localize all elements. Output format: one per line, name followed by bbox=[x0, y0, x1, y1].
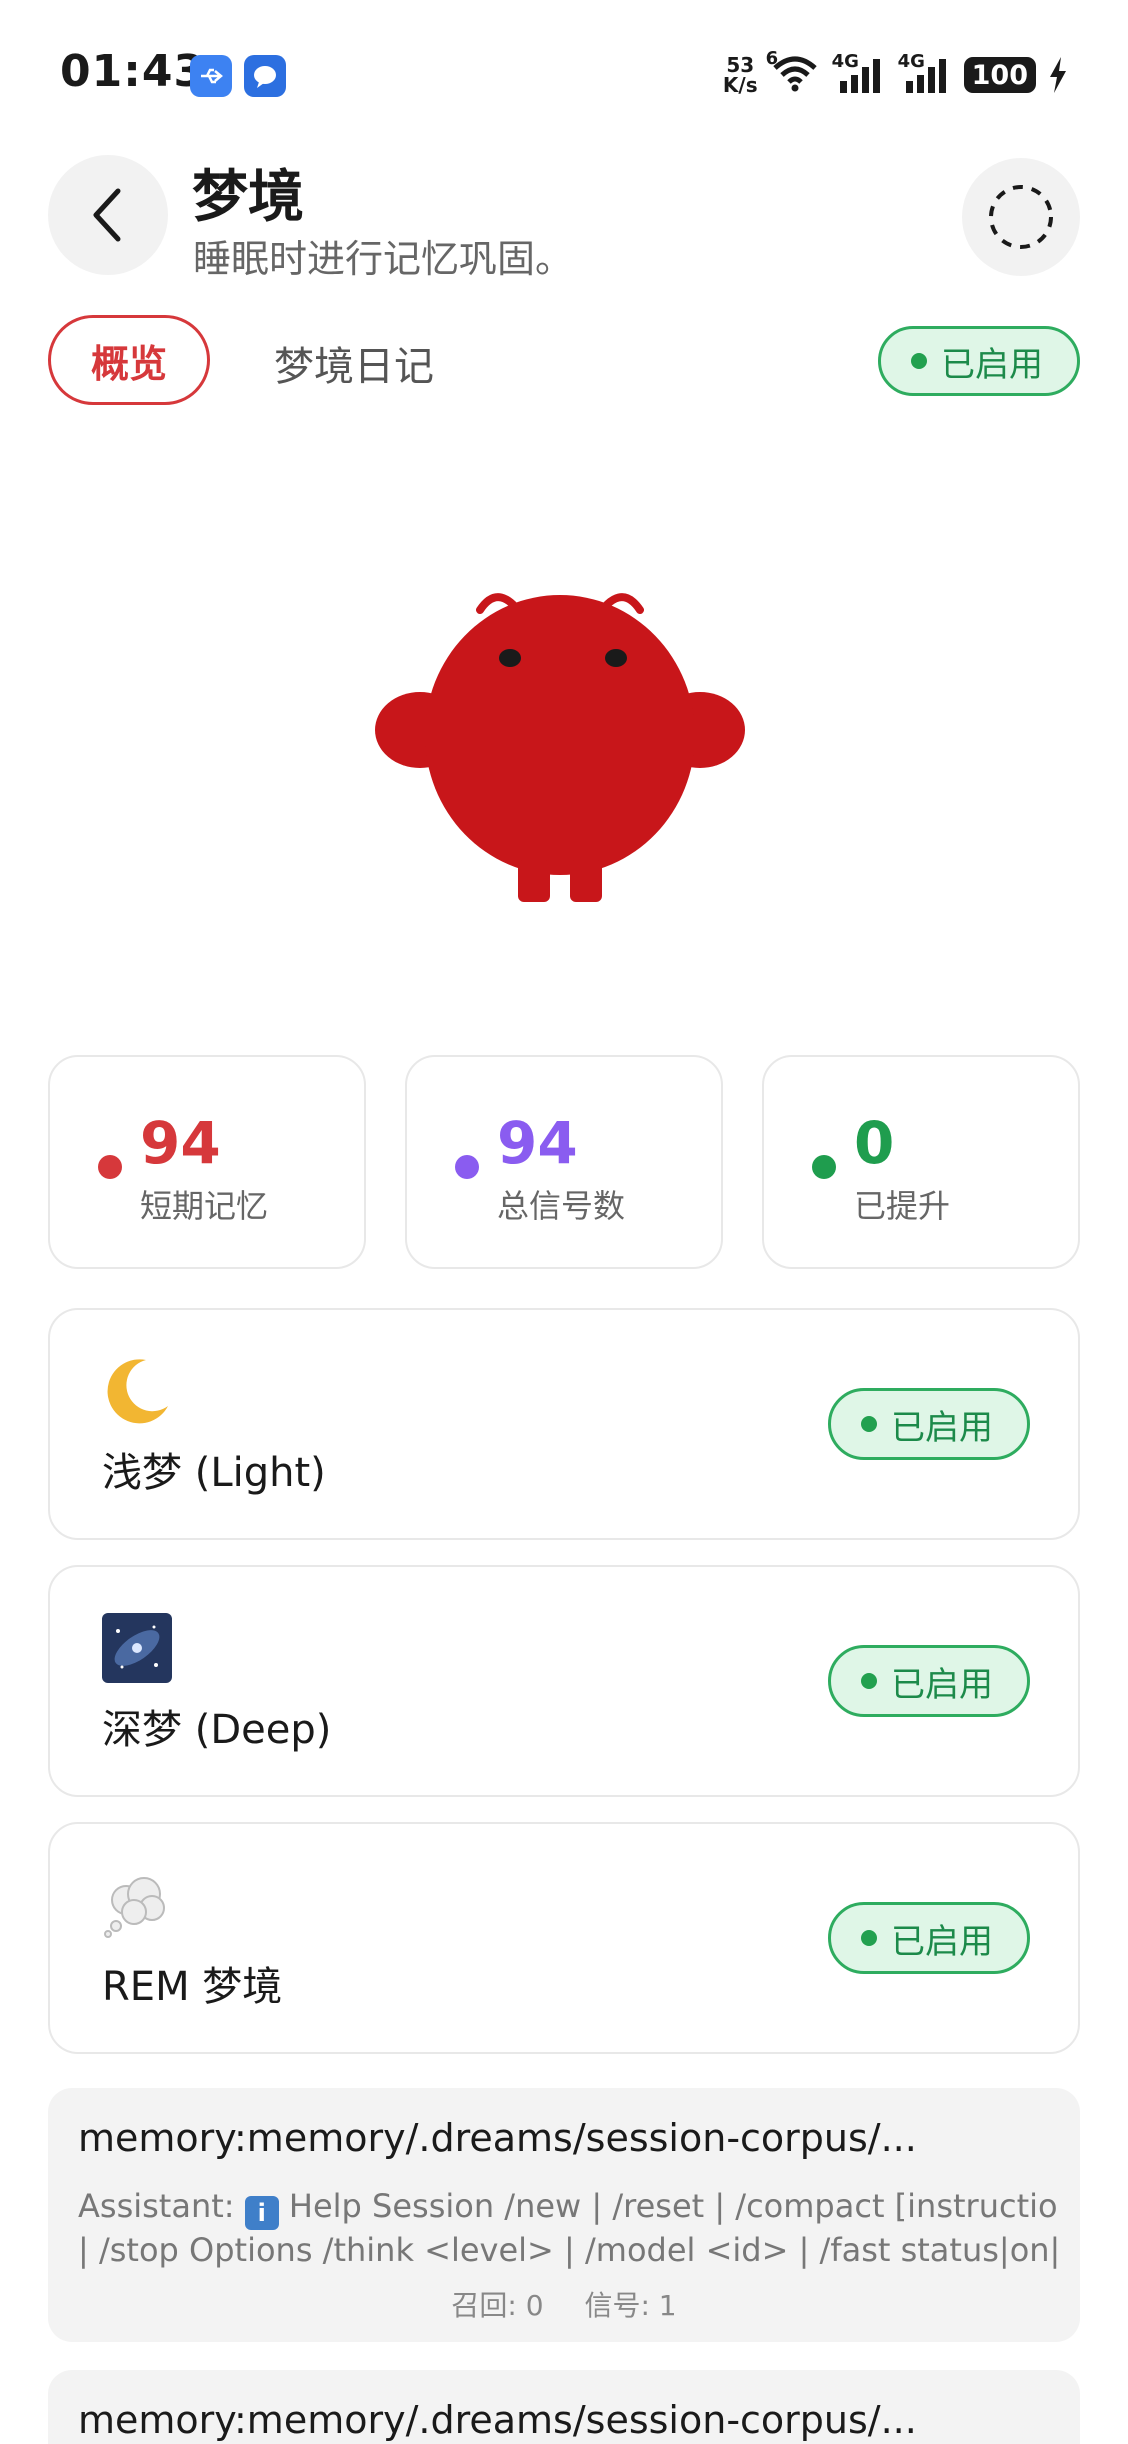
mode-status-label: 已启用 bbox=[891, 1664, 993, 1705]
info-icon: i bbox=[244, 2196, 279, 2230]
mode-card-deep[interactable]: 深梦 (Deep) 已启用 bbox=[48, 1565, 1080, 1797]
snippet-line1: Help Session /new | /reset | /compact [i… bbox=[288, 2187, 1058, 2225]
loading-spinner-icon bbox=[989, 185, 1053, 249]
mode-label: 深梦 (Deep) bbox=[102, 1707, 332, 1753]
memory-entry[interactable]: memory:memory/.dreams/session-corpus/...… bbox=[48, 2088, 1080, 2342]
stat-value: 94 bbox=[140, 1109, 221, 1177]
memory-entry-snippet: Assistant: i Help Session /new | /reset … bbox=[78, 2186, 1058, 2270]
memory-entry-title: memory:memory/.dreams/session-corpus/... bbox=[78, 2116, 917, 2160]
mode-label: REM 梦境 bbox=[102, 1964, 283, 2010]
network-speed: 53 K/s bbox=[723, 55, 758, 95]
network-speed-value: 53 bbox=[726, 53, 755, 77]
tab-dream-diary[interactable]: 梦境日记 bbox=[274, 334, 434, 392]
memory-entry[interactable]: memory:memory/.dreams/session-corpus/... bbox=[48, 2370, 1080, 2444]
stat-label: 短期记忆 bbox=[140, 1187, 269, 1225]
stat-label: 已提升 bbox=[854, 1187, 951, 1225]
status-time: 01:43 bbox=[60, 46, 206, 97]
usb-icon bbox=[190, 55, 232, 97]
galaxy-icon bbox=[102, 1613, 172, 1683]
status-indicators: 53 K/s 6 4G 4G 100 bbox=[723, 48, 1068, 100]
signal2-label: 4G bbox=[897, 51, 925, 72]
mode-card-rem[interactable]: REM 梦境 已启用 bbox=[48, 1822, 1080, 2054]
tab-overview[interactable]: 概览 bbox=[48, 315, 210, 405]
stat-dot-purple bbox=[455, 1155, 479, 1179]
status-dot bbox=[861, 1416, 877, 1432]
status-dot bbox=[861, 1673, 877, 1689]
snippet-line2: | /stop Options /think <level> | /model … bbox=[78, 2231, 1058, 2269]
cell-signal-1-icon: 4G bbox=[832, 51, 886, 93]
recall-count: 召回: 0 bbox=[451, 2289, 544, 2322]
mode-label: 浅梦 (Light) bbox=[102, 1450, 326, 1496]
stat-value: 0 bbox=[854, 1109, 895, 1177]
status-bar: 01:43 53 K/s 6 4G 4G 100 bbox=[0, 0, 1128, 150]
stat-card-promoted: 0 已提升 bbox=[762, 1055, 1080, 1269]
memory-entry-meta: 召回: 0 信号: 1 bbox=[48, 2284, 1080, 2324]
stat-dot-green bbox=[812, 1155, 836, 1179]
page-subtitle: 睡眠时进行记忆巩固。 bbox=[193, 237, 574, 281]
network-speed-unit: K/s bbox=[722, 73, 758, 97]
mode-status-badge: 已启用 bbox=[828, 1388, 1030, 1460]
mascot-illustration bbox=[375, 593, 745, 902]
signal1-label: 4G bbox=[831, 51, 859, 72]
stat-label: 总信号数 bbox=[497, 1187, 626, 1225]
page-title: 梦境 bbox=[192, 165, 304, 230]
stat-card-short-term: 94 短期记忆 bbox=[48, 1055, 366, 1269]
status-badge-label: 已启用 bbox=[941, 344, 1043, 385]
stat-value: 94 bbox=[497, 1109, 578, 1177]
memory-entry-title: memory:memory/.dreams/session-corpus/... bbox=[78, 2398, 917, 2442]
snippet-role: Assistant: bbox=[78, 2187, 235, 2225]
mode-status-badge: 已启用 bbox=[828, 1902, 1030, 1974]
thought-bubble-icon bbox=[104, 1877, 165, 1938]
back-button[interactable] bbox=[48, 155, 168, 275]
message-icon bbox=[244, 55, 286, 97]
mode-card-light[interactable]: 浅梦 (Light) 已启用 bbox=[48, 1308, 1080, 1540]
stat-dot-red bbox=[98, 1155, 122, 1179]
cell-signal-2-icon: 4G bbox=[898, 51, 952, 93]
wifi-label: 6 bbox=[765, 47, 779, 69]
wifi-icon: 6 bbox=[766, 48, 820, 97]
stat-card-total-signals: 94 总信号数 bbox=[405, 1055, 723, 1269]
mode-status-badge: 已启用 bbox=[828, 1645, 1030, 1717]
charging-bolt-icon bbox=[1050, 57, 1066, 93]
mode-status-label: 已启用 bbox=[891, 1407, 993, 1448]
chevron-left-icon bbox=[93, 188, 121, 242]
battery-level: 100 bbox=[971, 59, 1028, 91]
crescent-moon-icon bbox=[107, 1359, 168, 1424]
status-dot bbox=[861, 1930, 877, 1946]
status-badge: 已启用 bbox=[878, 326, 1080, 396]
status-dot bbox=[911, 353, 927, 369]
signal-count: 信号: 1 bbox=[584, 2289, 677, 2322]
refresh-button[interactable] bbox=[962, 158, 1080, 276]
mode-status-label: 已启用 bbox=[891, 1921, 993, 1962]
battery-icon: 100 bbox=[963, 57, 1036, 93]
